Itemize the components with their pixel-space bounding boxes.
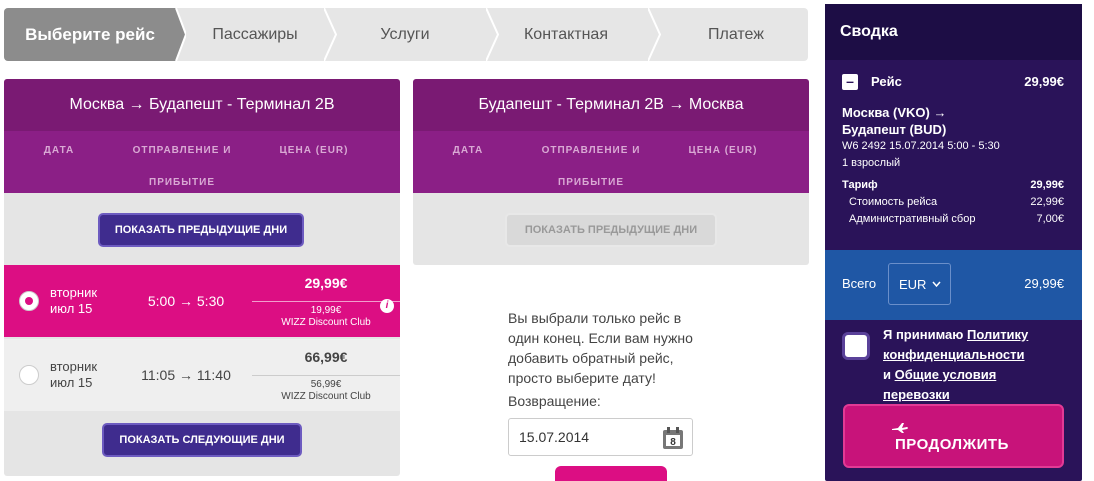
show-next-days-button[interactable]: ПОКАЗАТЬ СЛЕДУЮЩИЕ ДНИ <box>102 423 302 457</box>
flight-radio[interactable] <box>19 365 39 385</box>
terms-checkbox[interactable] <box>842 332 870 360</box>
show-previous-days-button[interactable]: ПОКАЗАТЬ ПРЕДЫДУЩИЕ ДНИ <box>505 213 717 247</box>
terms-text: Я принимаю Политику конфиденциальности и… <box>883 327 1029 402</box>
privacy-policy-link[interactable]: конфиденциальности <box>883 347 1025 362</box>
summary-flight-price: 29,99€ <box>1024 74 1064 89</box>
summary-flight-label: Рейс <box>871 74 902 89</box>
summary-panel: Сводка – Рейс 29,99€ Москва (VKO) → Буда… <box>825 4 1082 481</box>
booking-steps: Выберите рейс Пассажиры Услуги Контактна… <box>4 8 808 61</box>
flight-price: 29,99€ <box>304 275 348 291</box>
flight-radio[interactable] <box>19 291 39 311</box>
info-icon[interactable]: i <box>380 299 394 313</box>
plane-icon <box>892 423 908 433</box>
continue-label: ПРОДОЛЖИТЬ <box>895 436 1009 453</box>
summary-title: Сводка <box>825 4 1082 60</box>
step-services[interactable]: Услуги <box>340 8 470 61</box>
flight-row[interactable]: вторник июл 15 5:00 → 5:30 29,99€ 19,99€ W… <box>4 265 400 337</box>
club-price: 56,99€ WIZZ Discount Club <box>252 375 400 403</box>
col-arrival: ПРИБЫТИЕ <box>149 177 215 188</box>
col-arrival: ПРИБЫТИЕ <box>558 177 624 188</box>
total-value: 29,99€ <box>1024 276 1064 291</box>
currency-select[interactable]: EUR <box>888 263 951 305</box>
terms-link[interactable]: Общие условия <box>895 367 997 382</box>
flight-date: вторник июл 15 <box>50 359 98 390</box>
step-passengers[interactable]: Пассажиры <box>184 8 326 61</box>
summary-flight-details: W6 2492 15.07.2014 5:00 - 5:30 <box>842 140 1000 152</box>
flight-times: 5:00 → 5:30 <box>147 293 225 309</box>
flight-date: вторник июл 15 <box>50 285 98 316</box>
return-label: Возвращение: <box>508 393 601 409</box>
step-chevron-icon <box>166 8 186 61</box>
admin-fee-label: Административный сбор <box>849 213 976 225</box>
flight-cost-label: Стоимость рейса <box>849 196 938 208</box>
club-price: 19,99€ WIZZ Discount Club <box>252 301 400 329</box>
flight-row[interactable]: вторник июл 15 11:05 → 11:40 66,99€ 56,99… <box>4 339 400 411</box>
svg-text:8: 8 <box>670 437 676 448</box>
col-date: ДАТА <box>43 145 75 156</box>
chevron-down-icon <box>932 281 941 288</box>
flight-times: 11:05 → 11:40 <box>141 367 231 383</box>
flight-price: 66,99€ <box>304 349 348 365</box>
flight-cost-value: 22,99€ <box>1030 196 1064 208</box>
return-panel: Будапешт - Терминал 2В → Москва ДАТА ОТП… <box>413 79 809 265</box>
outbound-header: Москва → Будапешт - Терминал 2В ДАТА ОТП… <box>4 79 400 193</box>
col-departure: ОТПРАВЛЕНИЕ И <box>541 145 641 156</box>
one-way-message: Вы выбрали только рейс в один конец. Есл… <box>508 310 693 386</box>
col-price: ЦЕНА (EUR) <box>688 145 758 156</box>
col-departure: ОТПРАВЛЕНИЕ И <box>132 145 232 156</box>
continue-button[interactable]: ПРОДОЛЖИТЬ <box>843 404 1064 468</box>
return-header: Будапешт - Терминал 2В → Москва ДАТА ОТП… <box>413 79 809 193</box>
step-contact[interactable]: Контактная <box>502 8 630 61</box>
tariff-value: 29,99€ <box>1030 179 1064 191</box>
prev-days-bar: ПОКАЗАТЬ ПРЕДЫДУЩИЕ ДНИ <box>4 193 400 265</box>
outbound-columns: ДАТА ОТПРАВЛЕНИЕ И ПРИБЫТИЕ ЦЕНА (EUR) <box>4 131 400 193</box>
return-date-input[interactable]: 15.07.2014 8 <box>508 418 693 456</box>
admin-fee-value: 7,00€ <box>1036 213 1064 225</box>
total-label: Всего <box>842 276 877 291</box>
outbound-panel: Москва → Будапешт - Терминал 2В ДАТА ОТП… <box>4 79 400 476</box>
privacy-policy-link[interactable]: Политику <box>967 327 1028 342</box>
col-date: ДАТА <box>452 145 484 156</box>
total-bar: Всего EUR 29,99€ <box>825 250 1082 320</box>
return-columns: ДАТА ОТПРАВЛЕНИЕ И ПРИБЫТИЕ ЦЕНА (EUR) <box>413 131 809 193</box>
return-select-button[interactable] <box>555 466 667 481</box>
outbound-title: Москва → Будапешт - Терминал 2В <box>69 96 335 113</box>
collapse-toggle[interactable]: – <box>842 74 858 90</box>
calendar-icon[interactable]: 8 <box>662 426 684 450</box>
terms-link[interactable]: перевозки <box>883 387 950 402</box>
show-previous-days-button[interactable]: ПОКАЗАТЬ ПРЕДЫДУЩИЕ ДНИ <box>98 213 304 247</box>
step-select-flight[interactable]: Выберите рейс <box>4 8 176 61</box>
summary-passengers: 1 взрослый <box>842 157 901 169</box>
summary-route: Москва (VKO) → Будапешт (BUD) <box>842 105 947 137</box>
step-payment[interactable]: Платеж <box>664 8 808 61</box>
return-title: Будапешт - Терминал 2В → Москва <box>478 96 744 113</box>
tariff-label: Тариф <box>842 179 878 191</box>
col-price: ЦЕНА (EUR) <box>279 145 349 156</box>
